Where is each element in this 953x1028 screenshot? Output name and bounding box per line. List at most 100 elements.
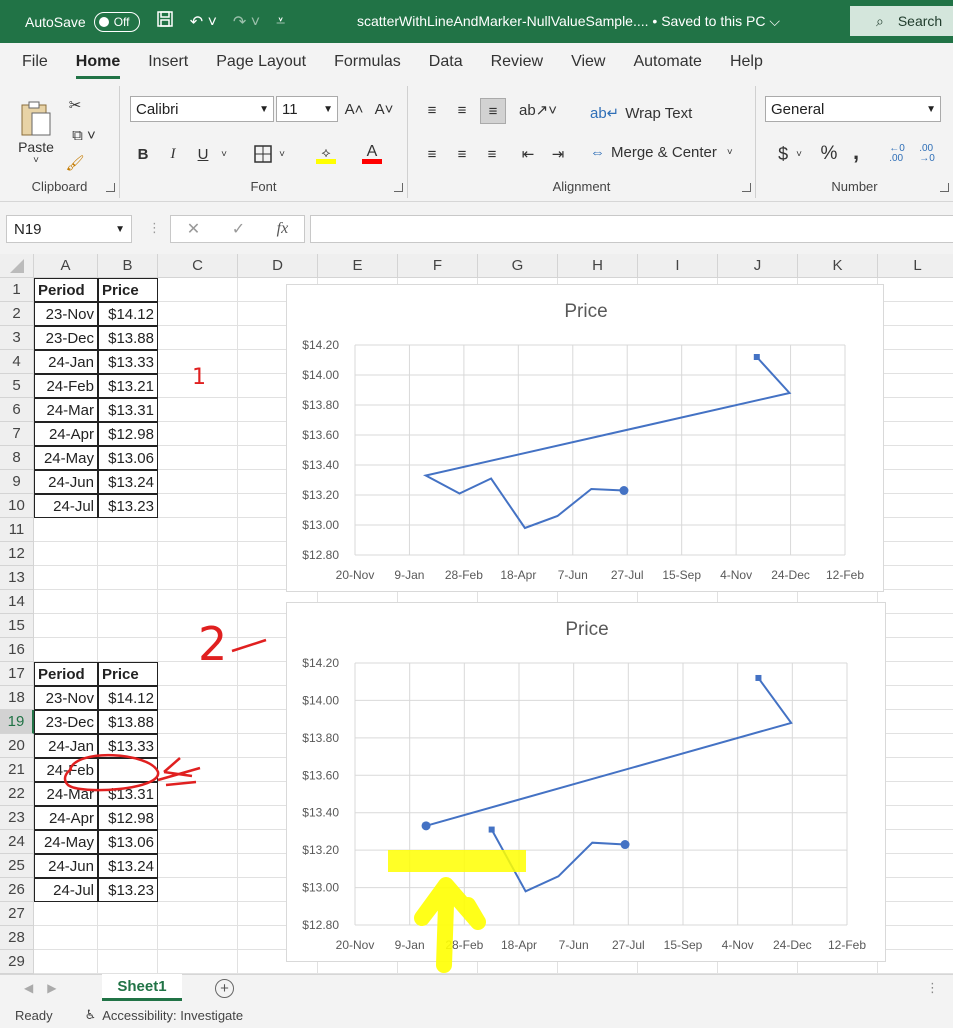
row-header[interactable]: 19 [0,710,34,734]
orientation-icon[interactable]: ab↗˅ [519,98,557,122]
row-header[interactable]: 14 [0,590,34,614]
grid-cell[interactable] [158,590,238,614]
grid-cell[interactable] [878,470,953,494]
table-cell[interactable]: $13.06 [98,830,158,854]
borders-button[interactable]: ˅ [246,142,292,166]
alignment-launcher-icon[interactable] [742,183,751,192]
font-size-combo[interactable]: 11 ▼ [276,96,338,122]
table-cell[interactable]: 24-Apr [34,806,98,830]
tab-automate[interactable]: Automate [633,53,701,71]
row-header[interactable]: 23 [0,806,34,830]
italic-button[interactable]: I [162,142,184,166]
grid-cell[interactable] [34,518,98,542]
table-cell[interactable]: $13.06 [98,446,158,470]
row-header[interactable]: 6 [0,398,34,422]
table-cell[interactable]: 24-Apr [34,422,98,446]
grid-cell[interactable] [878,278,953,302]
row-header[interactable]: 2 [0,302,34,326]
table-cell[interactable]: 24-Feb [34,758,98,782]
table-cell[interactable]: 24-Jan [34,734,98,758]
table-cell[interactable]: $14.12 [98,302,158,326]
grid-cell[interactable] [98,638,158,662]
grid-cell[interactable] [878,542,953,566]
table-cell[interactable]: $13.24 [98,470,158,494]
grid-cell[interactable] [878,662,953,686]
row-header[interactable]: 11 [0,518,34,542]
row-header[interactable]: 7 [0,422,34,446]
row-header[interactable]: 9 [0,470,34,494]
grid-cell[interactable] [878,902,953,926]
chevron-down-icon[interactable]: ˅ [216,142,232,166]
clipboard-launcher-icon[interactable] [106,183,115,192]
align-right-icon[interactable]: ≡ [480,142,504,166]
table-cell[interactable]: 24-Mar [34,398,98,422]
grid-cell[interactable] [878,758,953,782]
table-cell[interactable]: 24-Jan [34,350,98,374]
decrease-decimal-icon[interactable]: .00 →0 [914,142,940,166]
grid-cell[interactable] [878,374,953,398]
grid-cell[interactable] [878,302,953,326]
grid-cell[interactable] [158,710,238,734]
row-header[interactable]: 26 [0,878,34,902]
row-header[interactable]: 20 [0,734,34,758]
tab-home[interactable]: Home [75,53,121,79]
grid-cell[interactable] [158,758,238,782]
currency-button[interactable]: $ ˅ [770,142,810,166]
row-header[interactable]: 24 [0,830,34,854]
sheet-nav-icon[interactable]: ◀▶ [24,981,70,995]
grid-cell[interactable] [878,878,953,902]
grid-cell[interactable] [878,446,953,470]
grid-cell[interactable] [158,374,238,398]
bold-button[interactable]: B [132,142,154,166]
column-header[interactable]: B [98,254,158,278]
number-launcher-icon[interactable] [940,183,949,192]
table-cell[interactable]: $13.23 [98,494,158,518]
redo-icon[interactable]: ↷ ˅ [233,12,260,32]
grid-cell[interactable] [878,686,953,710]
font-launcher-icon[interactable] [394,183,403,192]
merge-center-button[interactable]: ⇔ Merge & Center ˅ [590,144,733,161]
align-bottom-icon[interactable]: ≡ [480,98,506,124]
grid-cell[interactable] [158,494,238,518]
table-header-cell[interactable]: Price [98,278,158,302]
tab-insert[interactable]: Insert [148,53,188,71]
grid-cell[interactable] [158,326,238,350]
grid-cell[interactable] [158,830,238,854]
fill-color-button[interactable]: ⟡ [304,142,348,166]
table-cell[interactable]: $13.33 [98,350,158,374]
tab-help[interactable]: Help [730,53,763,71]
table-cell[interactable]: $12.98 [98,422,158,446]
tab-view[interactable]: View [571,53,605,71]
font-name-combo[interactable]: Calibri ▼ [130,96,274,122]
tab-file[interactable]: File [22,53,48,71]
table-cell[interactable]: 24-Mar [34,782,98,806]
undo-icon[interactable]: ↶ ˅ [190,12,217,32]
more-icon[interactable]: ⋮ [926,980,939,996]
grid-cell[interactable] [158,566,238,590]
grid-cell[interactable] [158,662,238,686]
grid-cell[interactable] [158,518,238,542]
comma-button[interactable]: , [846,139,866,164]
table-cell[interactable] [98,758,158,782]
grid-cell[interactable] [98,614,158,638]
number-format-combo[interactable]: General ▼ [765,96,941,122]
grid-cell[interactable] [878,782,953,806]
grid-cell[interactable] [878,566,953,590]
grid-cell[interactable] [878,518,953,542]
grid-cell[interactable] [878,734,953,758]
tab-formulas[interactable]: Formulas [334,53,401,71]
table-cell[interactable]: 23-Nov [34,686,98,710]
row-header[interactable]: 4 [0,350,34,374]
chart-2[interactable]: Price $14.20 $14.00 $13.80 $13.60 $13.40 $13.2… [286,602,886,962]
autosave-toggle[interactable]: Off [93,11,140,32]
search-box[interactable]: ⌕ Search [850,6,953,36]
grid-cell[interactable] [878,806,953,830]
grid-cell[interactable] [158,542,238,566]
grid-cell[interactable] [878,326,953,350]
accessibility-status[interactable]: ♿ Accessibility: Investigate [85,1007,244,1023]
increase-indent-icon[interactable]: ⇥ [546,142,570,166]
cut-icon[interactable]: ✂ [64,94,86,116]
insert-function-icon[interactable]: fx [277,220,289,238]
grid-cell[interactable] [158,950,238,974]
table-cell[interactable]: 24-May [34,830,98,854]
